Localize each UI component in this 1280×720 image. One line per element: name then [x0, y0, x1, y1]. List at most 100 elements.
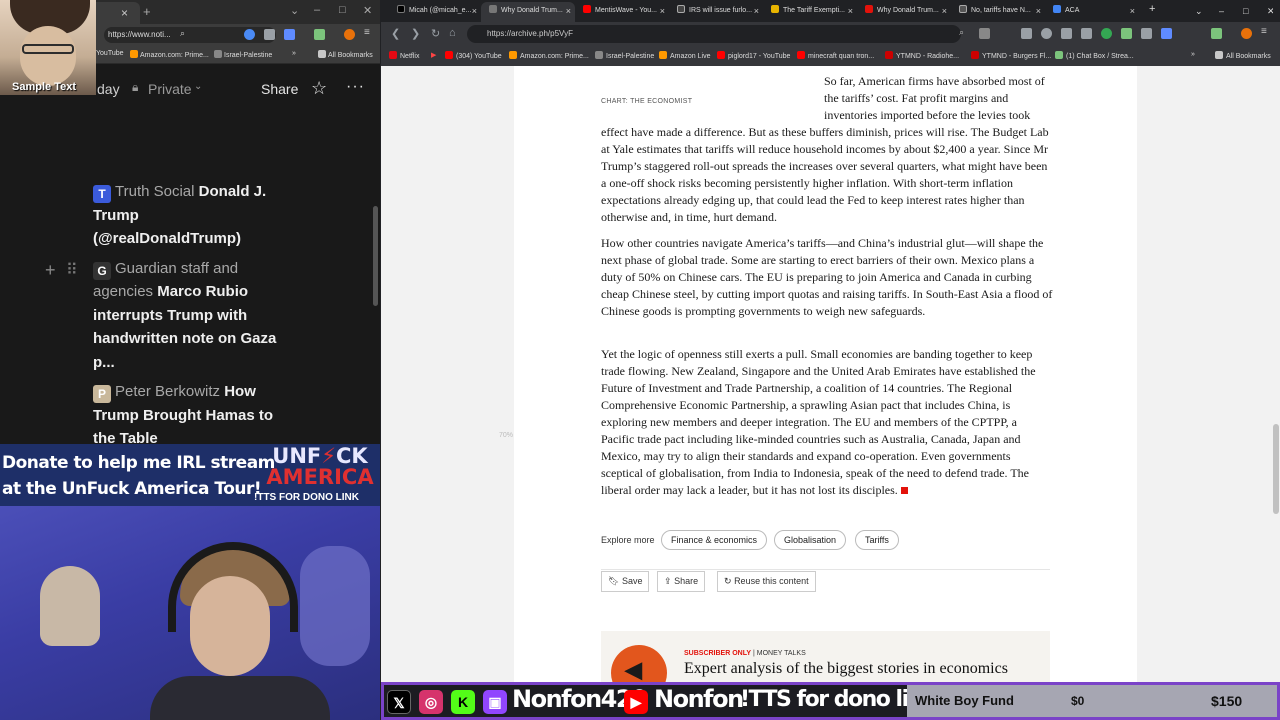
- tab-close-icon[interactable]: ×: [754, 2, 759, 20]
- star-icon[interactable]: ☆: [311, 78, 327, 99]
- bookmark-item[interactable]: (304) YouTube: [445, 51, 502, 60]
- guardian-icon: G: [93, 261, 111, 280]
- right-address-bar[interactable]: https://archive.ph/p5VyF: [467, 25, 961, 43]
- bookmark-item[interactable]: Israel-Palestine: [214, 50, 272, 59]
- profile-avatar-icon[interactable]: [344, 29, 355, 40]
- bookmarks-overflow[interactable]: »: [1191, 51, 1195, 58]
- tab[interactable]: No, tariffs have N... ×: [951, 2, 1045, 22]
- extension-icon[interactable]: [1211, 28, 1222, 39]
- profile-avatar-icon[interactable]: [1241, 28, 1252, 39]
- list-item[interactable]: G Guardian staff and agencies Marco Rubio…: [93, 257, 283, 375]
- maximize-icon[interactable]: □: [1235, 2, 1249, 22]
- minimize-icon[interactable]: –: [1211, 2, 1225, 22]
- extension-icon[interactable]: [1121, 28, 1132, 39]
- bookmark-item[interactable]: Netflix: [389, 51, 419, 60]
- close-window-icon[interactable]: ✕: [363, 4, 372, 17]
- extension-icon[interactable]: [244, 29, 255, 40]
- privacy-dropdown[interactable]: Private: [148, 81, 192, 97]
- share-button[interactable]: Share: [261, 81, 298, 97]
- folder-icon: [1215, 51, 1223, 59]
- extension-icon[interactable]: [1021, 28, 1032, 39]
- home-icon[interactable]: ⌂: [449, 27, 456, 39]
- minimize-icon[interactable]: –: [314, 4, 320, 16]
- tab[interactable]: The Tariff Exempti... ×: [763, 2, 857, 22]
- extension-icon[interactable]: [314, 29, 325, 40]
- new-tab-icon[interactable]: +: [143, 4, 151, 19]
- tab-close-icon[interactable]: ×: [472, 2, 477, 20]
- extension-icon[interactable]: [284, 29, 295, 40]
- menu-icon[interactable]: ≡: [364, 27, 375, 38]
- bookmark-item[interactable]: piglord17 - YouTube: [717, 51, 790, 60]
- chevron-down-icon[interactable]: ⌄: [194, 81, 202, 92]
- page-icon: [595, 51, 603, 59]
- forward-icon[interactable]: ❯: [411, 27, 420, 40]
- tab-close-icon[interactable]: ×: [121, 6, 128, 20]
- tab[interactable]: Micah (@micah_e... ×: [389, 2, 481, 22]
- tab[interactable]: Why Donald Trum... ×: [857, 2, 951, 22]
- bookmark-item[interactable]: Amazon Live: [659, 51, 710, 60]
- more-icon[interactable]: ···: [346, 78, 365, 96]
- share-button[interactable]: ⇪ Share: [657, 571, 706, 592]
- add-block-icon[interactable]: +: [45, 260, 56, 281]
- close-window-icon[interactable]: ✕: [1259, 2, 1273, 22]
- tab-close-icon[interactable]: ×: [848, 2, 853, 20]
- all-bookmarks[interactable]: All Bookmarks: [1215, 51, 1271, 60]
- topic-chip[interactable]: Tariffs: [855, 530, 899, 550]
- tab-close-icon[interactable]: ×: [566, 2, 571, 20]
- search-icon[interactable]: ⌕: [180, 28, 191, 39]
- bookmarks-overflow[interactable]: »: [292, 50, 296, 57]
- menu-icon[interactable]: ≡: [1261, 26, 1272, 37]
- extension-icon[interactable]: [1141, 28, 1152, 39]
- extension-icon[interactable]: [1101, 28, 1112, 39]
- kick-icon: K: [451, 690, 475, 714]
- bookmark-item[interactable]: Israel-Palestine: [595, 51, 654, 60]
- extension-icon[interactable]: [264, 29, 275, 40]
- search-icon[interactable]: ⌕: [959, 27, 970, 38]
- tab[interactable]: ACA ×: [1045, 2, 1139, 22]
- scrollbar[interactable]: [1272, 66, 1280, 682]
- extension-icon[interactable]: [1061, 28, 1072, 39]
- new-tab-icon[interactable]: +: [1141, 0, 1161, 20]
- bookmark-item[interactable]: ▶: [431, 51, 436, 59]
- extension-icon[interactable]: [1161, 28, 1172, 39]
- list-item[interactable]: T Truth Social Donald J. Trump (@realDona…: [93, 180, 283, 251]
- tab-close-icon[interactable]: ×: [1130, 2, 1135, 20]
- back-icon[interactable]: ❮: [391, 27, 400, 40]
- donate-banner: Donate to help me IRL stream at the UnFu…: [0, 444, 380, 506]
- tab-active[interactable]: Why Donald Trum... ×: [481, 2, 575, 22]
- topic-chip[interactable]: Finance & economics: [661, 530, 768, 550]
- bookmark-item[interactable]: minecraft quan tron...: [797, 51, 874, 60]
- tab[interactable]: IRS will issue furlo... ×: [669, 2, 763, 22]
- list-item[interactable]: P Peter Berkowitz How Trump Brought Hamas…: [93, 380, 283, 451]
- extension-icon[interactable]: [979, 28, 990, 39]
- extension-icon[interactable]: [1081, 28, 1092, 39]
- notion-page: day 🔒︎ Private ⌄ Share ☆ ··· + ⠿ T Truth …: [0, 64, 380, 447]
- drag-handle-icon[interactable]: ⠿: [66, 260, 78, 280]
- tab-search-icon[interactable]: ⌄: [290, 4, 299, 17]
- bookmark-item[interactable]: Amazon.com: Prime...: [509, 51, 589, 60]
- page-icon: [214, 50, 222, 58]
- promo-card[interactable]: ◀ SUBSCRIBER ONLY | MONEY TALKS Expert a…: [601, 631, 1050, 682]
- bookmark-item[interactable]: YTMND - Burgers Fl...: [971, 51, 1051, 60]
- bookmark-item[interactable]: (1) Chat Box / Strea...: [1055, 51, 1134, 60]
- save-button[interactable]: 🔖︎ Save: [601, 571, 650, 592]
- link-list: T Truth Social Donald J. Trump (@realDona…: [93, 180, 283, 457]
- extension-icon[interactable]: [1041, 28, 1052, 39]
- tab[interactable]: MentisWave - You... ×: [575, 2, 669, 22]
- scrollbar-thumb[interactable]: [1273, 424, 1279, 514]
- bookmark-item[interactable]: YouTube: [96, 50, 124, 57]
- tab-close-icon[interactable]: ×: [660, 2, 665, 20]
- tab-close-icon[interactable]: ×: [942, 2, 947, 20]
- scrollbar[interactable]: [373, 206, 378, 306]
- topic-chip[interactable]: Globalisation: [774, 530, 847, 550]
- reload-icon[interactable]: ↻: [431, 27, 440, 40]
- maximize-icon[interactable]: □: [339, 4, 346, 16]
- bookmark-item[interactable]: YTMND - Radiohe...: [885, 51, 959, 60]
- tab-close-icon[interactable]: ×: [1036, 2, 1041, 20]
- tab-search-icon[interactable]: ⌄: [1187, 2, 1201, 22]
- bookmark-item[interactable]: Amazon.com: Prime...: [130, 50, 209, 59]
- right-browser-window: Micah (@micah_e... × Why Donald Trum... × …: [381, 0, 1280, 720]
- all-bookmarks[interactable]: All Bookmarks: [318, 50, 373, 59]
- reuse-content-button[interactable]: ↻ Reuse this content: [717, 571, 816, 592]
- promo-title[interactable]: Expert analysis of the biggest stories i…: [684, 660, 1008, 678]
